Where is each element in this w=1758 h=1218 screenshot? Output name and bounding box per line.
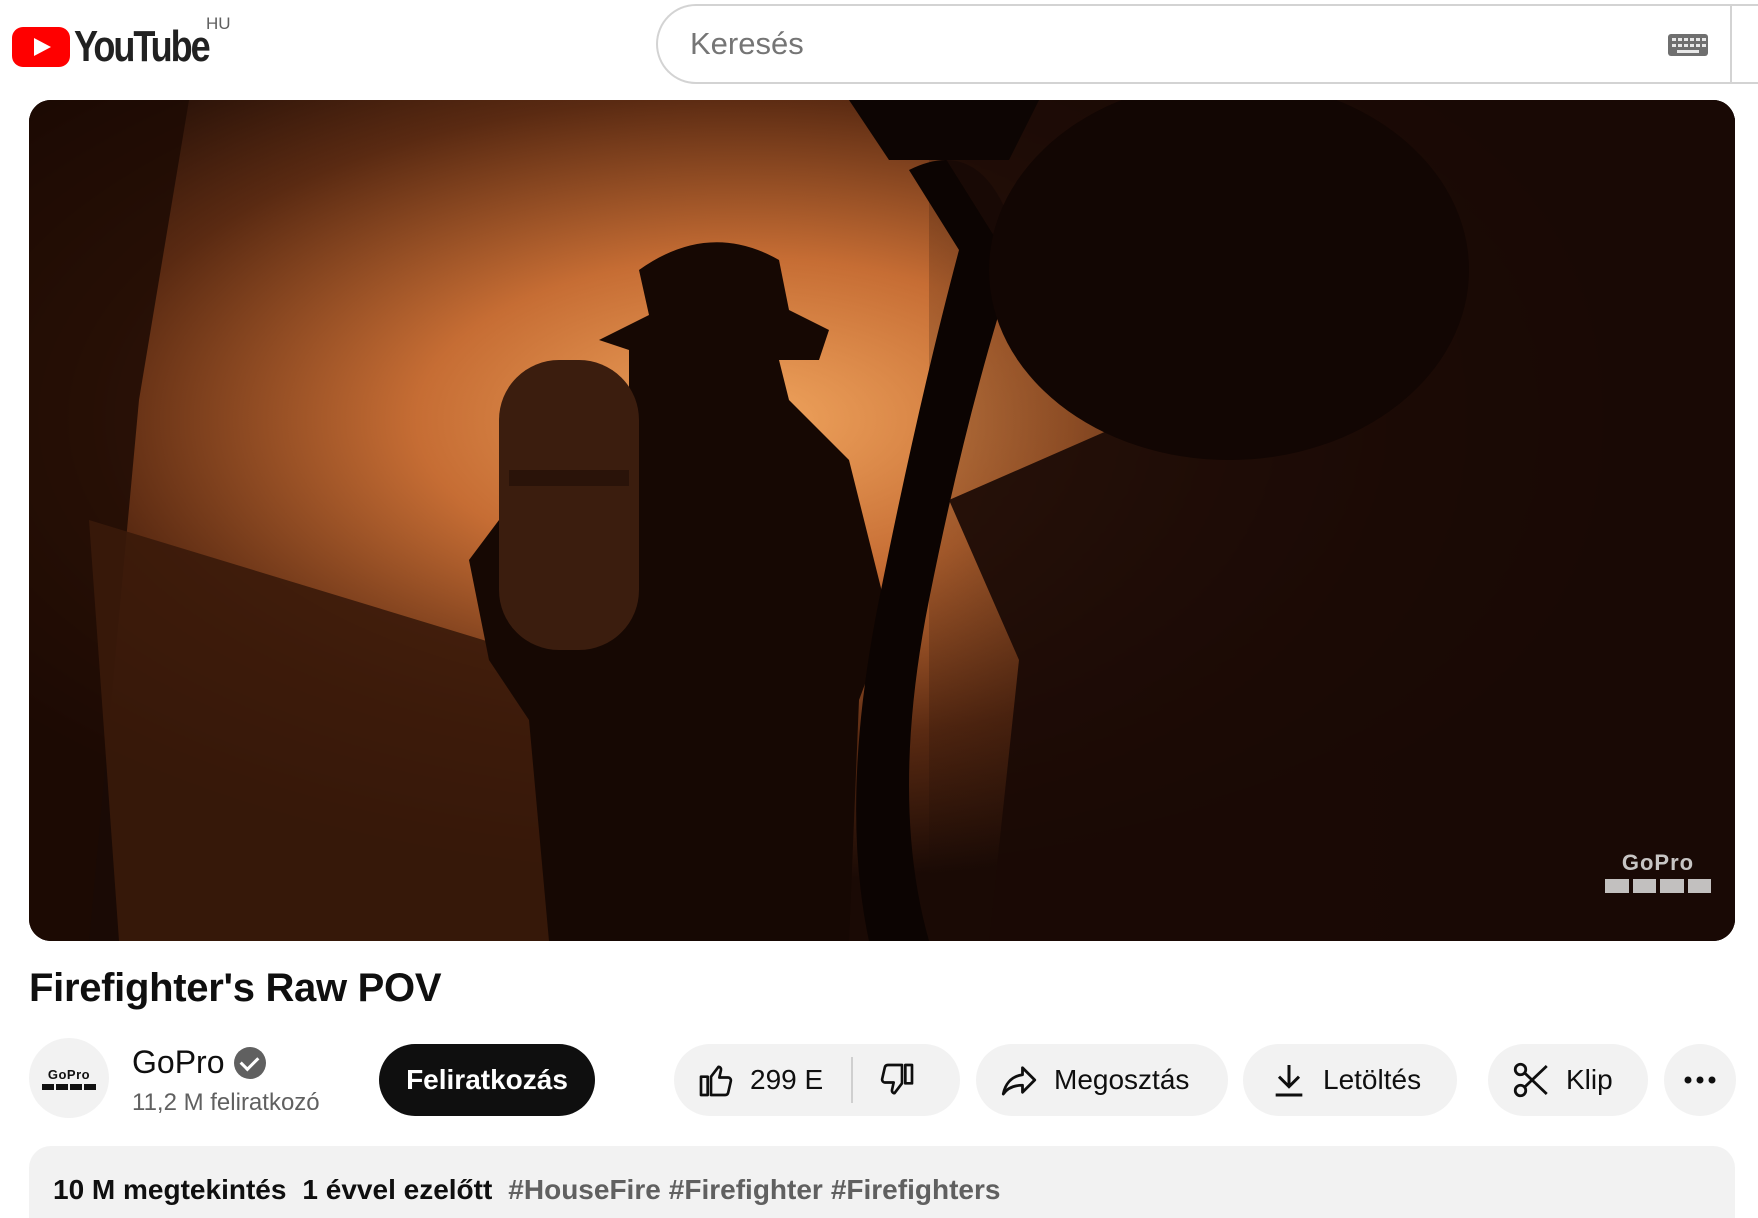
channel-avatar[interactable]: GoPro bbox=[29, 1038, 109, 1118]
upload-date: 1 évvel ezelőtt bbox=[302, 1174, 493, 1205]
download-icon bbox=[1275, 1065, 1303, 1097]
channel-name: GoPro bbox=[132, 1044, 225, 1080]
description-info: 10 M megtekintés 1 évvel ezelőtt #HouseF… bbox=[53, 1174, 1000, 1206]
logo-text: YouTube bbox=[74, 22, 211, 71]
video-player[interactable]: GoPro bbox=[29, 100, 1735, 941]
channel-name-link[interactable]: GoPro bbox=[132, 1044, 267, 1081]
youtube-play-icon bbox=[12, 27, 70, 67]
clip-label: Klip bbox=[1566, 1064, 1613, 1095]
masthead: YouTube HU bbox=[0, 0, 1758, 100]
search-box bbox=[656, 4, 1758, 84]
hashtags: #HouseFire #Firefighter #Firefighters bbox=[508, 1174, 1000, 1206]
search-input[interactable] bbox=[690, 26, 1670, 62]
gopro-watermark: GoPro bbox=[1605, 850, 1711, 893]
keyboard-icon[interactable] bbox=[1668, 34, 1708, 56]
scissors-icon bbox=[1513, 1062, 1548, 1098]
subscribe-button[interactable]: Feliratkozás bbox=[379, 1044, 595, 1116]
like-count: 299 E bbox=[750, 1064, 824, 1095]
thumbs-up-icon bbox=[699, 1065, 733, 1097]
country-code: HU bbox=[206, 14, 231, 33]
share-label: Megosztás bbox=[1054, 1064, 1190, 1095]
share-arrow-icon bbox=[1001, 1066, 1037, 1096]
description-box[interactable]: 10 M megtekintés 1 évvel ezelőtt #HouseF… bbox=[29, 1146, 1735, 1218]
view-count: 10 M megtekintés bbox=[53, 1174, 287, 1205]
like-button[interactable]: 299 E bbox=[674, 1044, 851, 1116]
more-horizontal-icon bbox=[1684, 1076, 1716, 1084]
download-label: Letöltés bbox=[1323, 1064, 1422, 1095]
download-button[interactable]: Letöltés bbox=[1243, 1044, 1457, 1116]
subscriber-count: 11,2 M feliratkozó bbox=[132, 1089, 320, 1116]
like-dislike-group: 299 E bbox=[674, 1044, 960, 1116]
more-actions-button[interactable] bbox=[1664, 1044, 1736, 1116]
hashtag-link[interactable]: #HouseFire bbox=[508, 1174, 661, 1206]
share-button[interactable]: Megosztás bbox=[976, 1044, 1228, 1116]
avatar-text: GoPro bbox=[47, 1066, 91, 1082]
search-divider bbox=[1730, 4, 1732, 84]
thumbs-down-icon bbox=[880, 1063, 914, 1095]
youtube-logo[interactable]: YouTube bbox=[12, 22, 238, 72]
clip-button[interactable]: Klip bbox=[1488, 1044, 1648, 1116]
dislike-button[interactable] bbox=[853, 1044, 917, 1116]
hashtag-link[interactable]: #Firefighter bbox=[669, 1174, 823, 1206]
video-title: Firefighter's Raw POV bbox=[29, 966, 442, 1010]
video-frame bbox=[29, 100, 1735, 941]
verified-badge-icon bbox=[234, 1046, 267, 1079]
watermark-text: GoPro bbox=[1621, 850, 1695, 875]
hashtag-link[interactable]: #Firefighters bbox=[831, 1174, 1001, 1206]
